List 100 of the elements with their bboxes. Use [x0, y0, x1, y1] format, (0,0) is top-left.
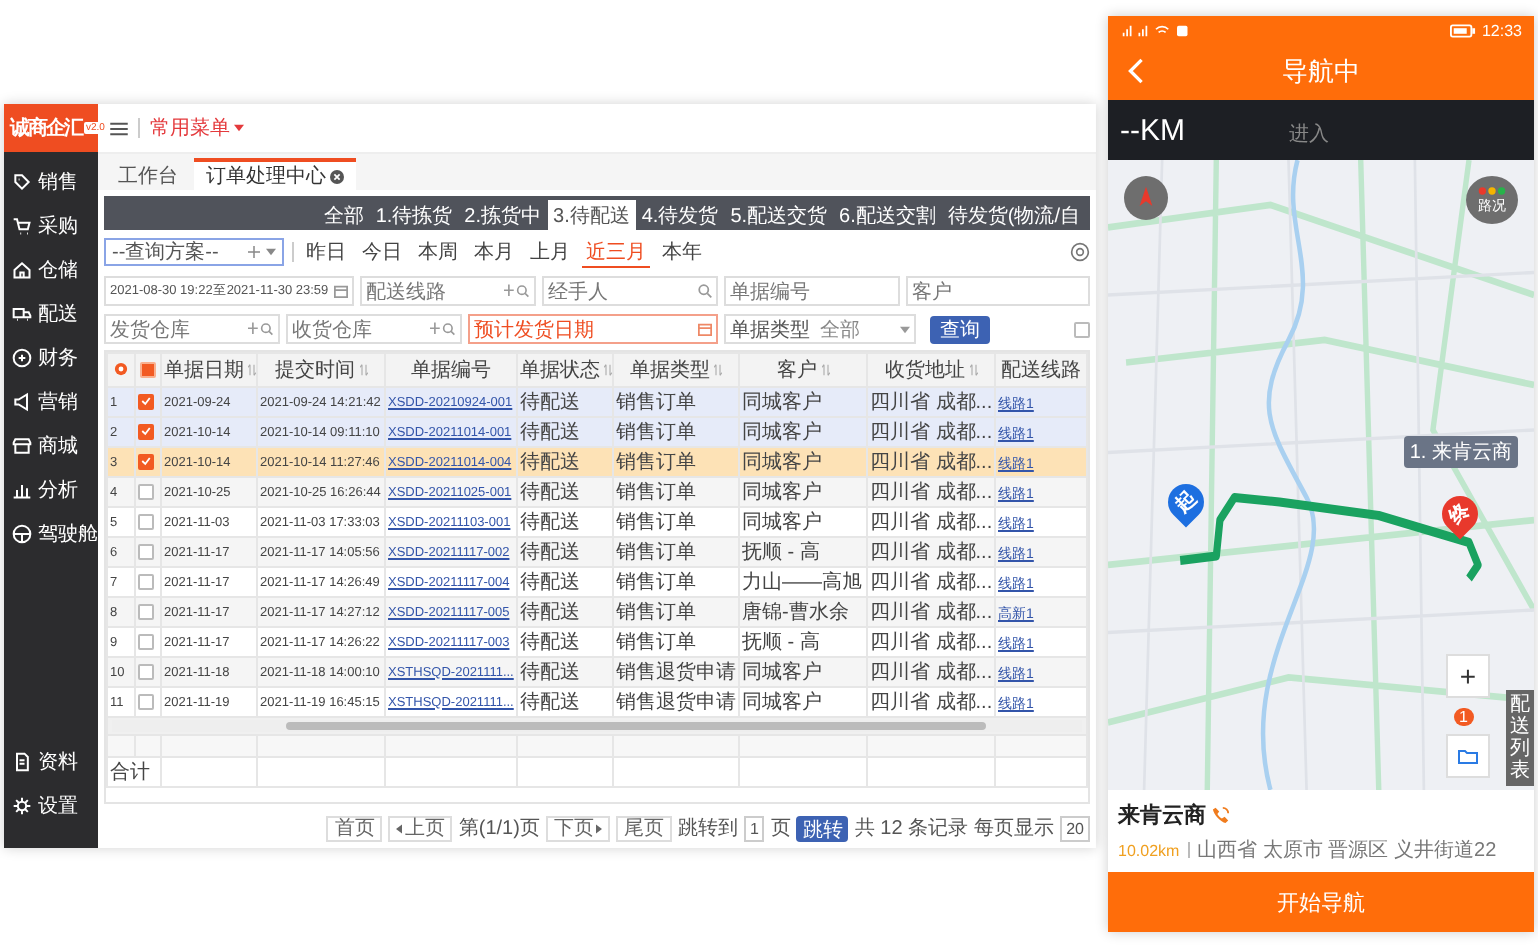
table-cell: 唐锦-曹水余	[739, 597, 867, 627]
sidebar-item[interactable]: 设置	[4, 784, 98, 828]
column-header: 配送线路	[1001, 357, 1081, 384]
add-icon	[248, 246, 260, 258]
sort-icon[interactable]	[248, 364, 255, 376]
date-shortcut[interactable]: 本年	[658, 237, 706, 267]
status-tab[interactable]: 待发货(物流/自	[941, 200, 1086, 230]
date-shortcut[interactable]: 本周	[414, 237, 462, 267]
select-field[interactable]: 单据类型 全部	[724, 314, 916, 344]
table-cell: 同城客户	[739, 477, 867, 507]
calendar-icon	[334, 284, 348, 298]
column-header: 单据编号	[411, 357, 491, 384]
row-checkbox[interactable]	[138, 603, 154, 620]
column-header: 提交时间	[275, 357, 355, 384]
sort-icon[interactable]	[821, 364, 829, 376]
sidebar-item[interactable]: 仓储	[4, 248, 98, 292]
table-cell: 四川省 成都...	[867, 477, 995, 507]
delivery-list-button[interactable]: 配送列表	[1506, 690, 1534, 786]
screen-title: 导航中	[1282, 54, 1360, 90]
document-icon	[12, 752, 32, 772]
lookup-field[interactable]: 发货仓库	[104, 314, 280, 344]
status-tab[interactable]: 3.待配送	[547, 200, 636, 230]
row-checkbox[interactable]	[138, 633, 154, 650]
sidebar-item[interactable]: 驾驶舱	[4, 512, 98, 556]
menu-icon[interactable]	[110, 121, 128, 135]
next-page-button[interactable]: 下页	[545, 815, 610, 841]
sidebar-item[interactable]: 分析	[4, 468, 98, 512]
table-cell: 待配送	[517, 657, 613, 687]
sidebar-item[interactable]: 营销	[4, 380, 98, 424]
last-page-button[interactable]: 尾页	[615, 815, 672, 841]
record-count: 共 12 条记录	[854, 815, 969, 842]
date-shortcut[interactable]: 今日	[358, 237, 406, 267]
first-page-button[interactable]: 首页	[326, 815, 383, 841]
truck-icon	[12, 304, 32, 324]
close-icon[interactable]	[330, 169, 344, 183]
sidebar-item[interactable]: 配送	[4, 292, 98, 336]
common-menu-button[interactable]: 常用菜单	[150, 114, 244, 142]
jump-button[interactable]: 跳转	[796, 815, 849, 841]
sort-icon[interactable]	[604, 364, 611, 376]
scheme-select[interactable]: --查询方案--	[104, 238, 284, 266]
text-field[interactable]: 客户	[906, 276, 1090, 306]
route-label: 1. 来肯云商	[1403, 436, 1518, 468]
total-label: 合计	[107, 757, 161, 787]
date-shortcut[interactable]: 近三月	[582, 237, 650, 267]
search-field[interactable]: 经手人	[542, 276, 718, 306]
table-cell: 四川省 成都...	[867, 597, 995, 627]
phone-icon[interactable]	[1212, 806, 1230, 824]
lookup-field[interactable]: 配送线路	[360, 276, 536, 306]
table-cell: 四川省 成都...	[867, 657, 995, 687]
status-tab[interactable]: 6.配送交割	[833, 200, 942, 230]
status-tab[interactable]: 2.拣货中	[458, 200, 548, 230]
overview-button[interactable]	[1446, 734, 1490, 778]
table-cell: 待配送	[517, 537, 613, 567]
row-checkbox[interactable]	[138, 453, 154, 470]
column-header: 单据类型	[630, 357, 710, 384]
row-checkbox[interactable]	[138, 423, 154, 440]
sort-icon[interactable]	[359, 364, 367, 376]
date-field[interactable]: 预计发货日期	[468, 314, 718, 344]
date-shortcut[interactable]: 昨日	[302, 237, 350, 267]
sidebar-item[interactable]: 资料	[4, 740, 98, 784]
cart-icon	[12, 216, 32, 236]
zoom-in-button[interactable]: +	[1446, 654, 1490, 698]
turn-hint: 进入	[1289, 121, 1329, 148]
status-tab[interactable]: 全部	[317, 200, 370, 230]
lookup-field[interactable]: 收货仓库	[286, 314, 462, 344]
clock: 12:33	[1481, 21, 1522, 39]
row-checkbox[interactable]	[138, 573, 154, 590]
sort-icon[interactable]	[969, 364, 977, 376]
back-icon[interactable]	[1128, 58, 1144, 84]
text-field[interactable]: 单据编号	[724, 276, 900, 306]
sidebar-item[interactable]: 采购	[4, 204, 98, 248]
sort-icon[interactable]	[714, 364, 722, 376]
row-checkbox[interactable]	[138, 393, 154, 410]
search-icon	[698, 284, 712, 298]
row-checkbox[interactable]	[138, 693, 154, 710]
date-shortcut[interactable]: 上月	[526, 237, 574, 267]
caret-icon	[266, 248, 276, 256]
sidebar-item[interactable]: 财务	[4, 336, 98, 380]
tab[interactable]: 订单处理中心	[194, 158, 356, 190]
previous-page-button[interactable]: 上页	[388, 815, 453, 841]
destination-name: 来肯云商	[1118, 801, 1206, 830]
status-tab[interactable]: 5.配送交货	[724, 200, 834, 230]
table-cell: 待配送	[517, 477, 613, 507]
status-tab[interactable]: 4.待发货	[635, 200, 725, 230]
status-tab[interactable]: 1.待拣货	[369, 200, 459, 230]
row-checkbox[interactable]	[138, 663, 154, 680]
sidebar-item[interactable]: 销售	[4, 160, 98, 204]
query-button[interactable]: 查询	[930, 315, 990, 343]
sidebar-item[interactable]: 商城	[4, 424, 98, 468]
checkbox[interactable]	[1074, 321, 1090, 337]
page-size-select[interactable]: 20	[1060, 815, 1090, 841]
table-cell: 销售订单	[613, 597, 739, 627]
row-checkbox[interactable]	[138, 483, 154, 500]
jump-label: 跳转到	[677, 815, 738, 842]
row-checkbox[interactable]	[138, 513, 154, 530]
row-checkbox[interactable]	[138, 543, 154, 560]
house-icon	[12, 260, 32, 280]
date-shortcut[interactable]: 本月	[470, 237, 518, 267]
page-input[interactable]: 1	[743, 815, 765, 841]
select-all-checkbox[interactable]	[140, 361, 156, 378]
